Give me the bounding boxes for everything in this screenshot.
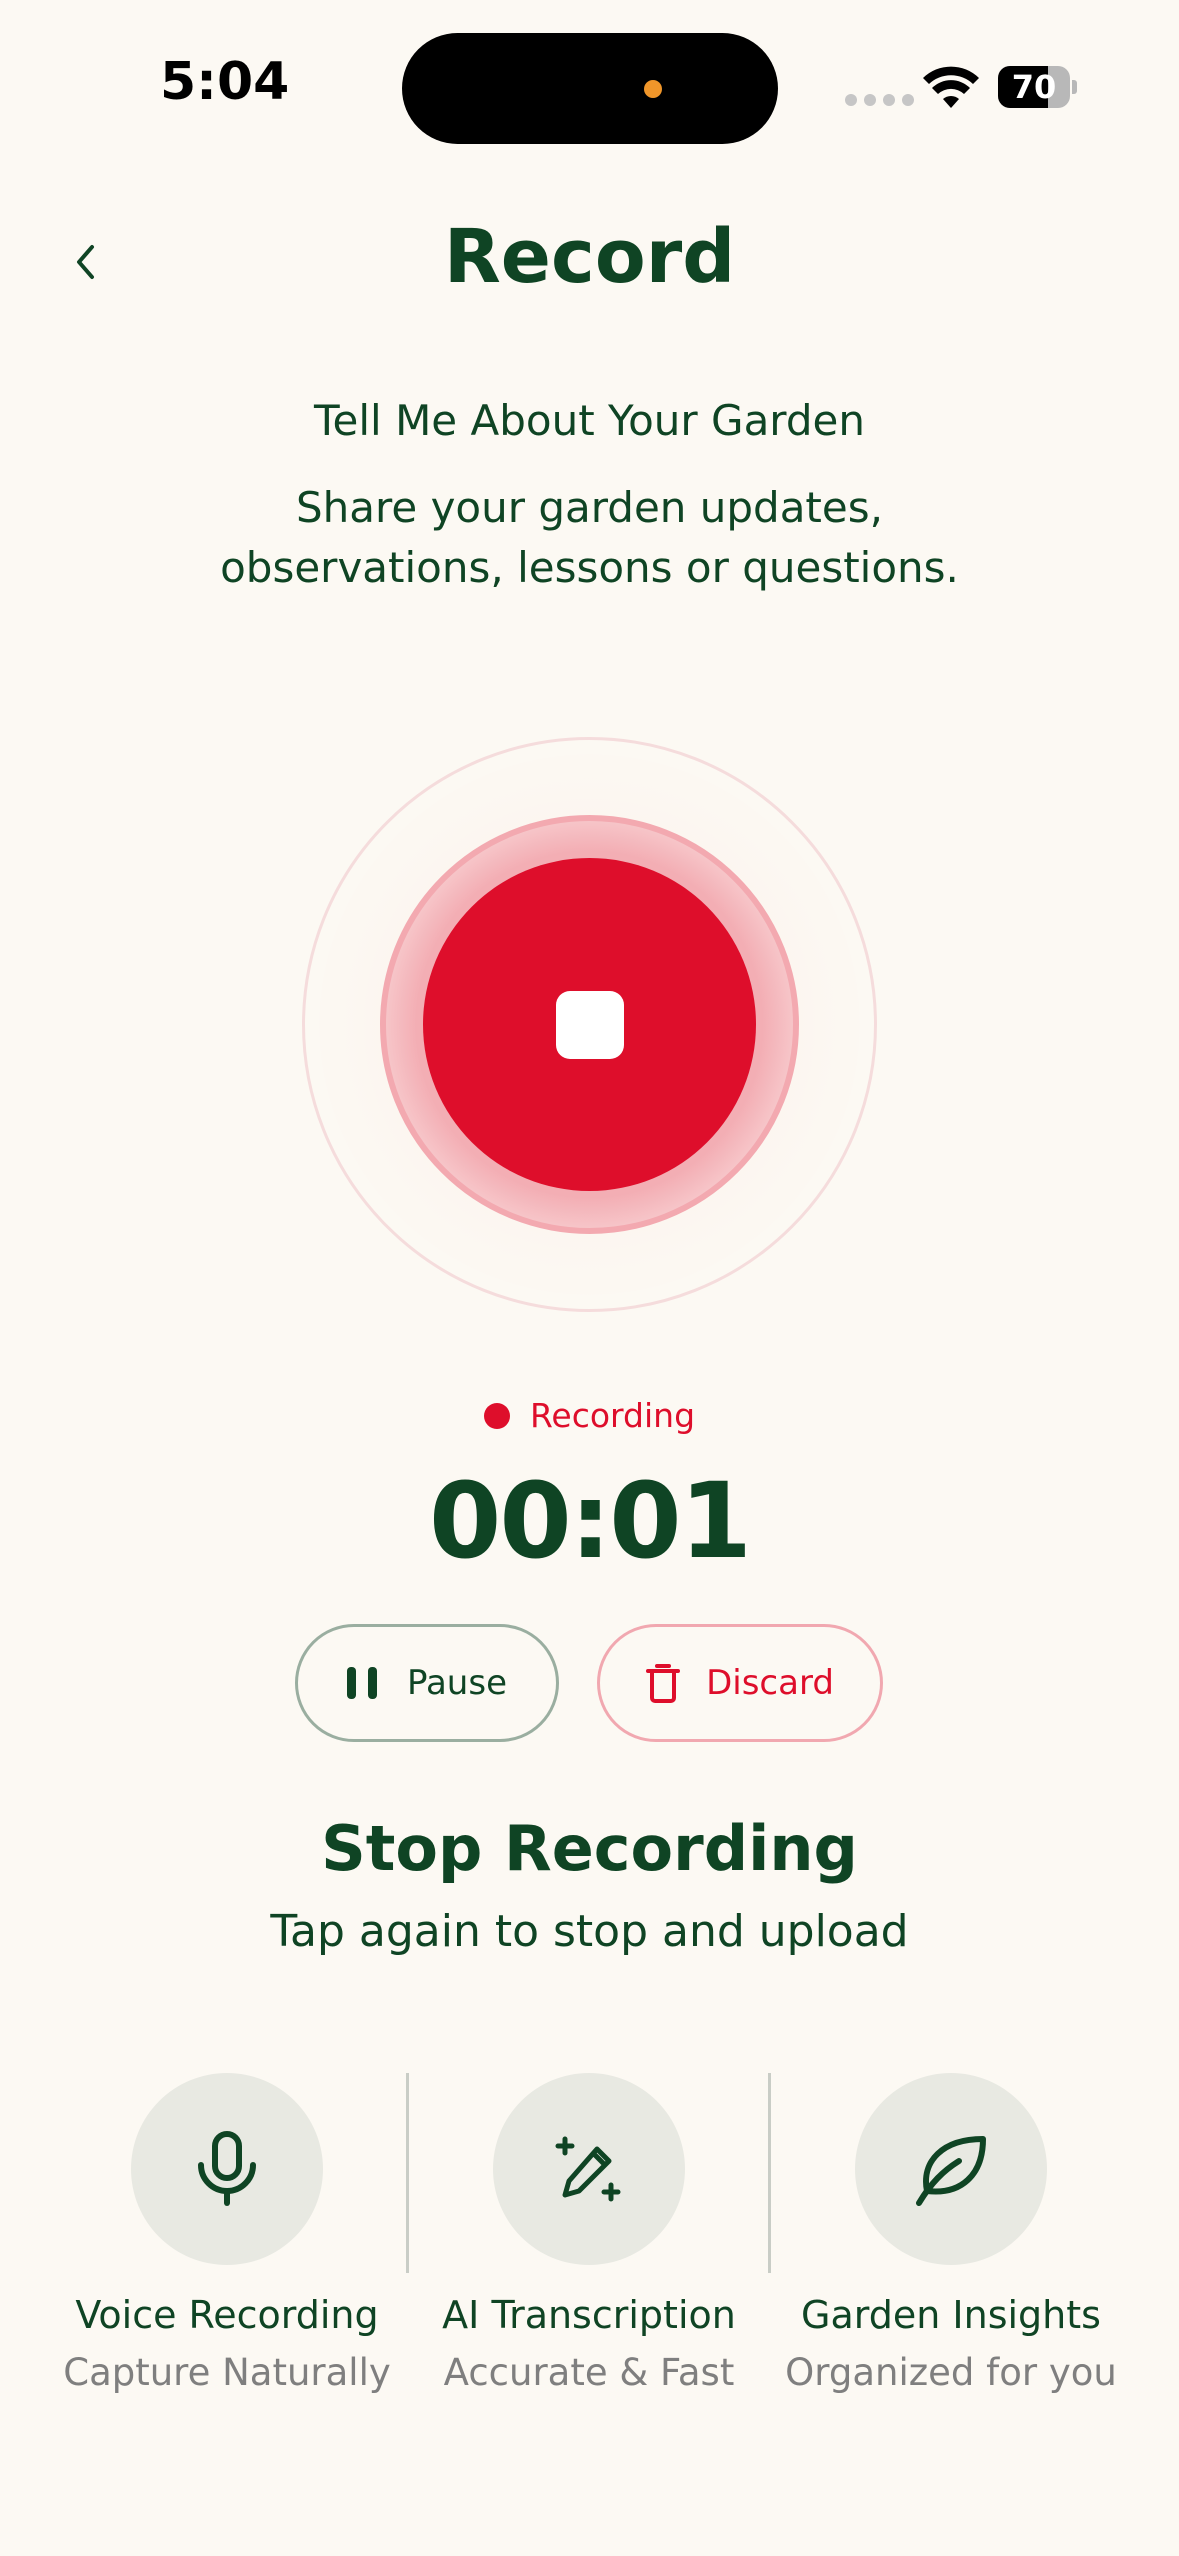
camera-indicator-dot (644, 80, 662, 98)
feature-title: Garden Insights (801, 2293, 1101, 2337)
intro-description: Share your garden updates, observations,… (220, 483, 959, 592)
magic-pen-icon (555, 2136, 621, 2202)
feature-voice-recording: Voice Recording Capture Naturally (46, 2073, 408, 2394)
battery-percentage: 70 (1011, 68, 1057, 106)
discard-button[interactable]: Discard (597, 1624, 883, 1742)
leaf-icon (916, 2136, 986, 2206)
stop-recording-button[interactable] (423, 858, 756, 1191)
feature-garden-insights: Garden Insights Organized for you (770, 2073, 1132, 2394)
trash-icon (646, 1664, 681, 1703)
stop-recording-hint: Tap again to stop and upload (270, 1906, 909, 1957)
wifi-icon (923, 66, 979, 108)
feature-title: AI Transcription (442, 2293, 736, 2337)
pause-icon (347, 1667, 377, 1699)
feature-title: Voice Recording (75, 2293, 379, 2337)
feature-subtitle: Organized for you (785, 2351, 1117, 2394)
stop-recording-heading: Stop Recording (321, 1812, 858, 1885)
status-time: 5:04 (160, 52, 290, 112)
record-button-area (302, 737, 877, 1312)
discard-button-label: Discard (706, 1663, 834, 1703)
recording-timer: 00:01 (428, 1460, 752, 1582)
recording-dot-icon (483, 1402, 510, 1429)
stop-icon (555, 990, 624, 1059)
feature-ai-transcription: AI Transcription Accurate & Fast (408, 2073, 770, 2394)
recording-status: Recording (0, 1396, 1179, 1435)
page-title: Record (443, 214, 736, 300)
pause-button-label: Pause (407, 1663, 507, 1703)
recording-status-label: Recording (529, 1396, 696, 1435)
feature-subtitle: Capture Naturally (63, 2351, 391, 2394)
intro-subtitle: Tell Me About Your Garden (314, 396, 865, 445)
pause-button[interactable]: Pause (295, 1624, 559, 1742)
feature-subtitle: Accurate & Fast (443, 2351, 735, 2394)
cellular-signal-icon (845, 94, 914, 106)
dynamic-island (402, 33, 778, 144)
microphone-icon (198, 2131, 256, 2206)
battery-icon: 70 (998, 66, 1077, 108)
